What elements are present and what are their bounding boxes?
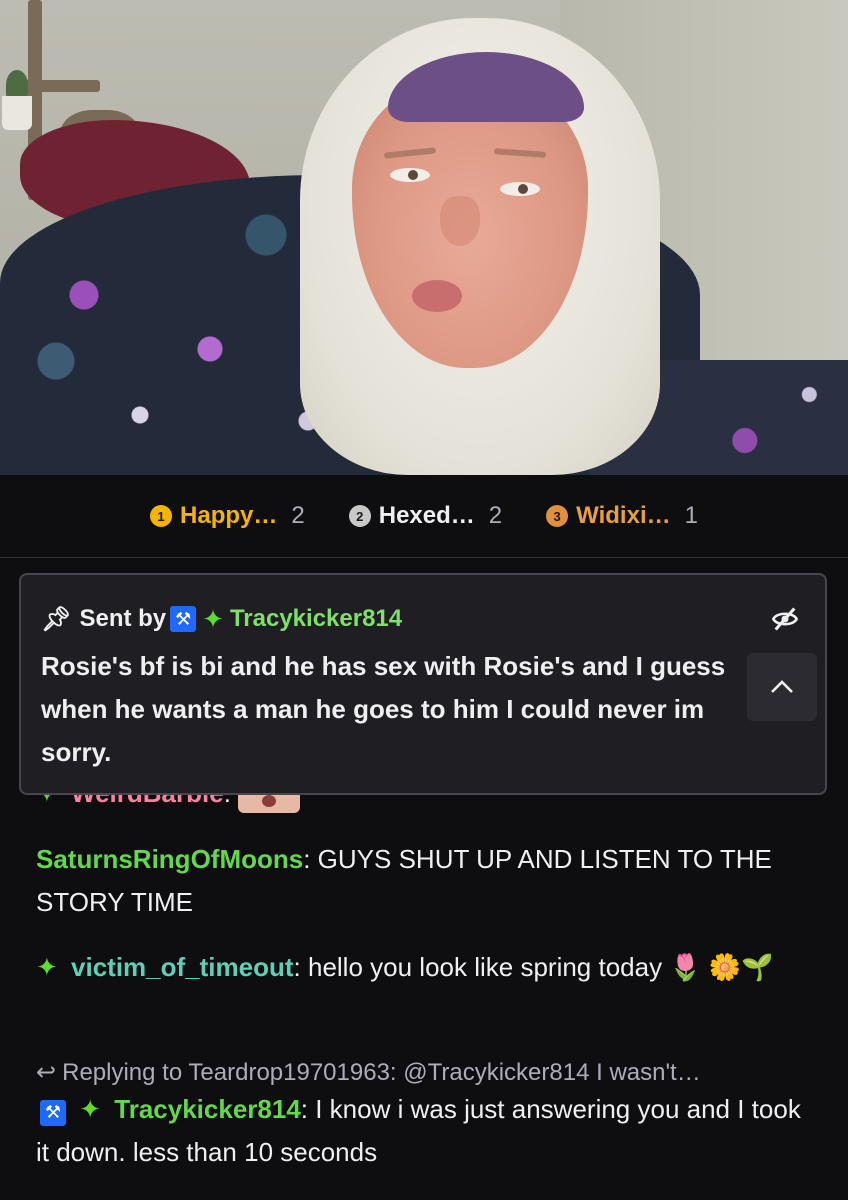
- chat-username[interactable]: victim_of_timeout: [71, 952, 294, 982]
- chat-separator: :: [293, 952, 301, 982]
- pinned-message-text: Rosie's bf is bi and he has sex with Ros…: [41, 651, 726, 767]
- cat-tree-shelf: [20, 80, 100, 92]
- reply-text: Replying to Teardrop19701963: @Tracykick…: [62, 1059, 701, 1086]
- leaderboard-name: Widixi…: [576, 502, 671, 529]
- video-player[interactable]: [0, 0, 848, 475]
- collapse-button[interactable]: [747, 653, 817, 721]
- gift-leaderboard: 1 Happy… 2 2 Hexed… 2 3 Widixi… 1: [0, 475, 848, 558]
- chat-text: hello you look like spring today 🌷 🌼🌱: [300, 952, 774, 982]
- leaderboard-count: 2: [488, 502, 503, 529]
- leaderboard-name: Hexed…: [378, 502, 475, 529]
- pinned-username[interactable]: Tracykicker814: [230, 605, 402, 633]
- chat-message: ✦ victim_of_timeout: hello you look like…: [36, 946, 816, 989]
- chat-separator: :: [300, 1094, 309, 1124]
- mouth: [412, 280, 462, 312]
- rank-3-badge-icon: 3: [546, 505, 569, 527]
- sent-by-label: Sent by: [79, 605, 167, 632]
- sparkle-badge-icon: ✦: [202, 604, 224, 634]
- reply-arrow-icon: ↩: [36, 1059, 57, 1086]
- moderator-badge-icon: ⚒: [170, 606, 197, 632]
- rank-1-badge-icon: 1: [150, 505, 173, 527]
- pinned-header: 📌︎ Sent by ⚒ ✦ Tracykicker814: [41, 599, 805, 639]
- leaderboard-entry-1[interactable]: 1 Happy… 2: [150, 502, 305, 530]
- rank-2-badge-icon: 2: [348, 505, 371, 527]
- reply-context[interactable]: ↩ Replying to Teardrop19701963: @Tracykic…: [36, 1058, 826, 1087]
- pinned-message: 📌︎ Sent by ⚒ ✦ Tracykicker814 Rosie's bf…: [19, 573, 827, 795]
- nose: [440, 196, 480, 246]
- moderator-badge-icon: ⚒: [40, 1099, 66, 1126]
- hide-eye-slash-icon[interactable]: [771, 605, 799, 633]
- sparkle-badge-icon: ✦: [79, 1094, 102, 1124]
- plant-pot: [2, 96, 32, 130]
- pin-icon: 📌︎: [41, 605, 72, 633]
- leaderboard-entry-2[interactable]: 2 Hexed… 2: [348, 502, 503, 530]
- chat-message: ⚒ ✦ Tracykicker814: I know i was just an…: [36, 1088, 816, 1174]
- leaderboard-count: 2: [291, 502, 305, 529]
- chat-username[interactable]: Tracykicker814: [114, 1094, 301, 1124]
- chat-message: SaturnsRingOfMoons: GUYS SHUT UP AND LIS…: [36, 838, 816, 924]
- chat-username[interactable]: SaturnsRingOfMoons: [36, 844, 303, 874]
- sparkle-badge-icon: ✦: [36, 952, 58, 982]
- leaderboard-entry-3[interactable]: 3 Widixi… 1: [546, 502, 698, 530]
- left-eye: [390, 168, 430, 182]
- leaderboard-name: Happy…: [180, 502, 278, 529]
- right-eye: [500, 182, 540, 196]
- chevron-up-icon: [771, 680, 793, 693]
- leaderboard-count: 1: [684, 502, 698, 529]
